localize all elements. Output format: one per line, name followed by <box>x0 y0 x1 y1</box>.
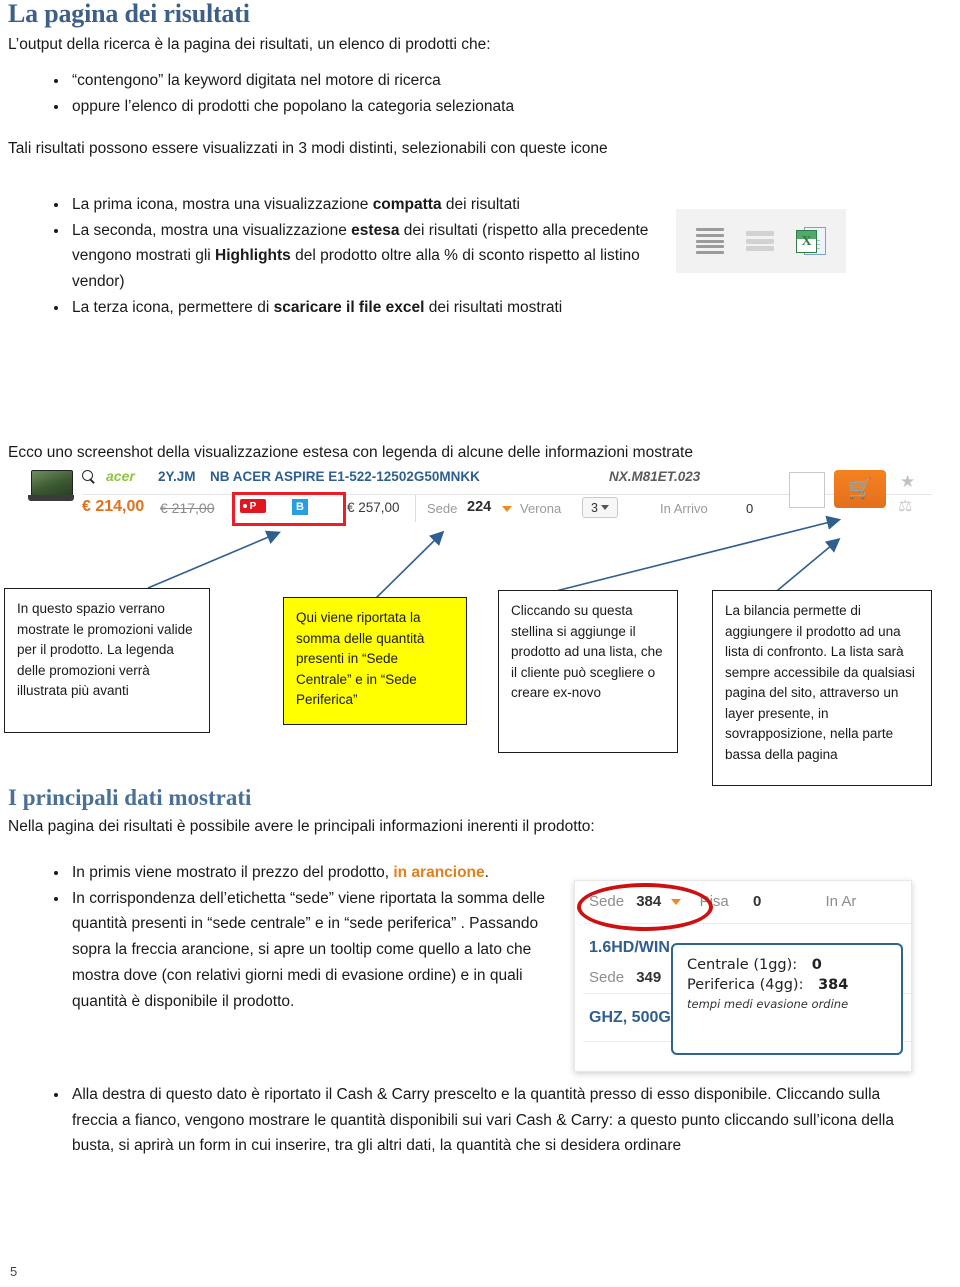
tooltip-screenshot: Sede 384 Pisa 0 In Ar 1.6HD/WIN Sede 349… <box>574 880 912 1072</box>
section2-intro: Nella pagina dei risultati è possibile a… <box>8 818 595 835</box>
bullet-text-tail: . <box>484 864 489 881</box>
list-item-cashcarry: Alla destra di questo dato è riportato i… <box>46 1082 926 1159</box>
product-row-screenshot: acer 2Y.JM NB ACER ASPIRE E1-522-12502G5… <box>28 466 932 532</box>
bullet-text: In primis viene mostrato il prezzo del p… <box>72 864 394 881</box>
list-item: oppure l’elenco di prodotti che popolano… <box>46 94 806 120</box>
promo-badge-p[interactable]: P <box>240 499 266 513</box>
compact-view-icon[interactable] <box>696 228 724 254</box>
section2-bullet-list: In primis viene mostrato il prezzo del p… <box>46 860 556 1014</box>
chevron-down-icon <box>600 505 609 510</box>
product-name-link[interactable]: NB ACER ASPIRE E1-522-12502G50MNKK <box>210 469 480 484</box>
brand-logo-acer: acer <box>106 468 135 484</box>
section2-heading: I principali dati mostrati <box>8 785 252 810</box>
list-item-extended: La seconda, mostra una visualizzazione e… <box>46 218 656 295</box>
city-label: Verona <box>520 501 562 516</box>
tooltip-centrale-label: Centrale (1gg): <box>687 957 798 973</box>
product-thumbnail-icon <box>28 470 74 504</box>
excel-export-icon[interactable]: X <box>796 226 826 256</box>
section1-bullet-list: “contengono” la keyword digitata nel mot… <box>46 68 806 119</box>
bullet-text-tail: dei risultati <box>441 196 520 213</box>
bullet-text: La terza icona, permettere di <box>72 298 274 316</box>
red-highlight-ellipse <box>577 883 713 931</box>
product-code: 2Y.JM <box>158 469 196 484</box>
product-price-listino: € 257,00 <box>347 500 400 515</box>
view-mode-icons-panel: X <box>676 209 846 273</box>
sede-label: Sede <box>427 501 458 516</box>
star-icon[interactable]: ★ <box>900 472 915 492</box>
search-icon[interactable] <box>82 470 96 484</box>
tooltip-periferica-label: Periferica (4gg): <box>687 977 804 993</box>
tooltip-sede-label-2: Sede <box>589 969 625 986</box>
sede-value: 224 <box>467 499 492 515</box>
scale-callout: La bilancia permette di aggiungere il pr… <box>712 590 932 786</box>
bullet-orange-emphasis: in arancione <box>393 864 485 881</box>
sede-dropdown-caret-icon[interactable] <box>502 506 512 512</box>
quantity-value: 3 <box>591 500 598 515</box>
promo-badge-b[interactable]: B <box>292 499 308 515</box>
product-row-bottom: € 214,00 € 217,00 P B € 257,00 Sede 224 … <box>82 470 932 526</box>
tooltip-periferica-value: 384 <box>818 977 849 993</box>
add-to-cart-button[interactable]: 🛒 <box>834 470 886 508</box>
divider <box>415 494 416 522</box>
section1-bullet-list-2: La prima icona, mostra una visualizzazio… <box>46 192 656 321</box>
product-price-old: € 217,00 <box>160 500 215 516</box>
bullet-bold-highlights: Highlights <box>215 247 291 265</box>
quantity-select[interactable]: 3 <box>582 497 618 518</box>
in-arrivo-value: 0 <box>746 501 754 516</box>
excel-x-letter: X <box>801 233 812 249</box>
star-callout: Cliccando su questa stellina si aggiunge… <box>498 590 678 753</box>
list-item-sede: In corrispondenza dell’etichetta “sede” … <box>46 886 556 1015</box>
tooltip-product-line-1: 1.6HD/WIN <box>589 939 670 956</box>
section2-bullet-list-3: Alla destra di questo dato è riportato i… <box>46 1082 926 1159</box>
section1-heading: La pagina dei risultati <box>8 0 250 28</box>
order-quantity-input[interactable] <box>789 472 825 508</box>
page-number: 5 <box>10 1264 18 1279</box>
product-price: € 214,00 <box>82 498 145 515</box>
list-item-price: In primis viene mostrato il prezzo del p… <box>46 860 556 886</box>
list-item-compact: La prima icona, mostra una visualizzazio… <box>46 192 656 218</box>
bullet-text: La prima icona, mostra una visualizzazio… <box>72 196 373 213</box>
screenshot-caption: Ecco uno screenshot della visualizzazion… <box>8 444 693 461</box>
tooltip-product-line-2: GHZ, 500G <box>589 1009 671 1026</box>
bullet-text: La seconda, mostra una visualizzazione <box>72 221 352 239</box>
tooltip-inarrivo-label: In Ar <box>825 893 857 910</box>
tooltip-centrale-value: 0 <box>811 957 822 973</box>
cart-icon: 🛒 <box>847 478 873 500</box>
section1-paragraph2: Tali risultati possono essere visualizza… <box>8 140 608 157</box>
bullet-text-tail: dei risultati mostrati <box>424 298 563 316</box>
page-title: La pagina dei risultati <box>8 0 708 27</box>
tooltip-city-value: 0 <box>752 893 762 910</box>
availability-tooltip-popup: Centrale (1gg): 0 Periferica (4gg): 384 … <box>671 943 903 1055</box>
tooltip-centrale-line: Centrale (1gg): 0 <box>687 957 887 973</box>
list-item-excel: La terza icona, permettere di scaricare … <box>46 295 656 321</box>
excel-sheet-shape: X <box>796 230 817 253</box>
tooltip-periferica-line: Periferica (4gg): 384 <box>687 977 887 993</box>
tooltip-footer-note: tempi medi evasione ordine <box>687 997 849 1011</box>
scale-balance-icon[interactable]: ⚖ <box>898 496 912 516</box>
bullet-bold: scaricare il file excel <box>273 298 425 316</box>
tooltip-sede-value-2: 349 <box>636 969 662 986</box>
quantity-callout: Qui viene riportata la somma delle quant… <box>283 597 467 725</box>
product-sku: NX.M81ET.023 <box>609 469 701 484</box>
promo-callout: In questo spazio verrano mostrate le pro… <box>4 588 210 733</box>
list-item: “contengono” la keyword digitata nel mot… <box>46 68 806 94</box>
bullet-bold: estesa <box>351 221 400 239</box>
in-arrivo-label: In Arrivo <box>660 501 708 516</box>
extended-view-icon[interactable] <box>746 231 774 251</box>
section1-intro: L’output della ricerca è la pagina dei r… <box>8 36 491 53</box>
bullet-bold: compatta <box>372 196 442 213</box>
